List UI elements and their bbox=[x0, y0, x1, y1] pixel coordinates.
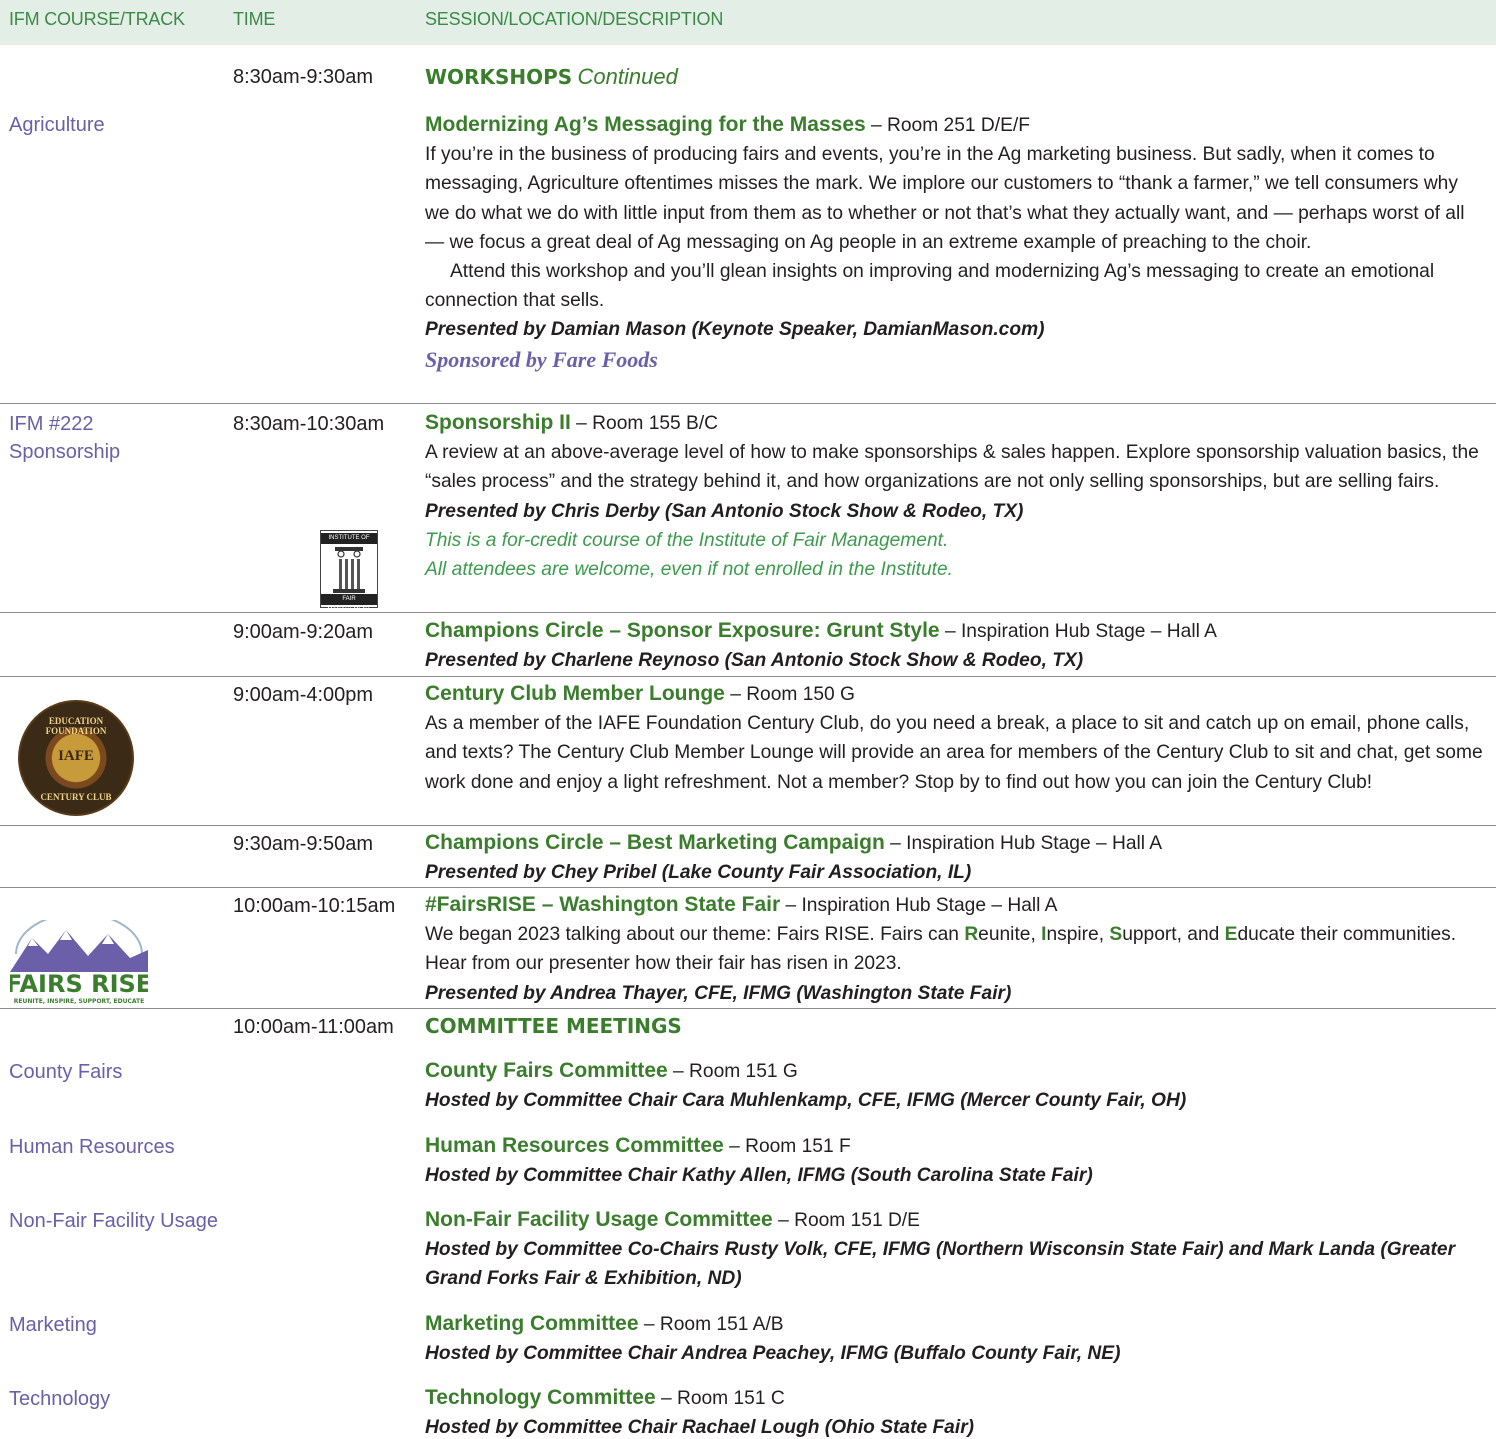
committees-heading: COMMITTEE MEETINGS bbox=[425, 1014, 682, 1038]
committee-county-fairs: County Fairs Committee – Room 151 G Host… bbox=[425, 1056, 1485, 1115]
session-description: We began 2023 talking about our theme: F… bbox=[425, 924, 1457, 975]
divider bbox=[0, 887, 1496, 888]
session-title: Technology Committee bbox=[425, 1386, 656, 1409]
track-marketing: Marketing bbox=[9, 1314, 97, 1336]
credit-note-2: All attendees are welcome, even if not e… bbox=[425, 559, 953, 581]
workshops-time: 8:30am-9:30am bbox=[233, 66, 374, 88]
track-ifm-222: IFM #222 bbox=[9, 413, 94, 435]
marketing-campaign-time: 9:30am-9:50am bbox=[233, 833, 374, 855]
host: Hosted by Committee Chair Andrea Peachey… bbox=[425, 1343, 1121, 1365]
track-technology: Technology bbox=[9, 1388, 111, 1410]
session-title: #FairsRISE – Washington State Fair bbox=[425, 893, 781, 916]
svg-text:REUNITE, INSPIRE, SUPPORT, EDU: REUNITE, INSPIRE, SUPPORT, EDUCATE bbox=[14, 998, 144, 1005]
divider bbox=[0, 612, 1496, 613]
presenter: Presented by Chey Pribel (Lake County Fa… bbox=[425, 862, 972, 884]
divider bbox=[0, 676, 1496, 677]
session-location: – Inspiration Hub Stage – Hall A bbox=[884, 833, 1163, 854]
session-best-marketing: Champions Circle – Best Marketing Campai… bbox=[425, 828, 1485, 887]
session-location: – Room 150 G bbox=[724, 684, 855, 705]
workshops-heading: WORKSHOPS Continued bbox=[425, 64, 678, 89]
host: Hosted by Committee Chair Rachael Lough … bbox=[425, 1417, 975, 1439]
session-title: Champions Circle – Best Marketing Campai… bbox=[425, 831, 885, 854]
session-title: County Fairs Committee bbox=[425, 1059, 668, 1082]
committee-non-fair-facility: Non-Fair Facility Usage Committee – Room… bbox=[425, 1205, 1485, 1294]
committee-marketing: Marketing Committee – Room 151 A/B Hoste… bbox=[425, 1309, 1485, 1368]
track-agriculture: Agriculture bbox=[9, 114, 105, 136]
presenter: Presented by Charlene Reynoso (San Anton… bbox=[425, 650, 1084, 672]
divider bbox=[0, 1008, 1496, 1009]
session-title: Marketing Committee bbox=[425, 1312, 639, 1335]
session-fairsrise: #FairsRISE – Washington State Fair – Ins… bbox=[425, 890, 1485, 1008]
mountain-icon: FAIRS RISE REUNITE, INSPIRE, SUPPORT, ED… bbox=[6, 912, 152, 1005]
session-title: Century Club Member Lounge bbox=[425, 682, 725, 705]
track-human-resources: Human Resources bbox=[9, 1136, 175, 1158]
session-title: Modernizing Ag’s Messaging for the Masse… bbox=[425, 113, 866, 136]
session-century-club: Century Club Member Lounge – Room 150 G … bbox=[425, 679, 1485, 797]
credit-note: This is a for-credit course of the Insti… bbox=[425, 529, 949, 551]
session-description: As a member of the IAFE Foundation Centu… bbox=[425, 713, 1483, 793]
divider bbox=[0, 403, 1496, 404]
presenter: Presented by Andrea Thayer, CFE, IFMG (W… bbox=[425, 982, 1012, 1004]
session-description: A review at an above-average level of ho… bbox=[425, 442, 1479, 493]
grunt-time: 9:00am-9:20am bbox=[233, 621, 374, 643]
sponsorship-time: 8:30am-10:30am bbox=[233, 413, 385, 435]
session-ag-messaging: Modernizing Ag’s Messaging for the Masse… bbox=[425, 110, 1485, 374]
century-time: 9:00am-4:00pm bbox=[233, 684, 374, 706]
session-location: – Inspiration Hub Stage – Hall A bbox=[780, 895, 1058, 916]
header-session: SESSION/LOCATION/DESCRIPTION bbox=[425, 9, 724, 29]
host: Hosted by Committee Chair Kathy Allen, I… bbox=[425, 1165, 1093, 1187]
committee-human-resources: Human Resources Committee – Room 151 F H… bbox=[425, 1131, 1485, 1190]
session-location: – Room 151 F bbox=[723, 1136, 851, 1157]
presenter: Presented by Chris Derby (San Antonio St… bbox=[425, 500, 1024, 522]
session-location: – Room 151 D/E bbox=[772, 1210, 920, 1231]
header-track: IFM COURSE/TRACK bbox=[9, 9, 185, 29]
sponsor: Sponsored by Fare Foods bbox=[425, 346, 658, 372]
presenter: Presented by Damian Mason (Keynote Speak… bbox=[425, 319, 1045, 341]
session-grunt-style: Champions Circle – Sponsor Exposure: Gru… bbox=[425, 616, 1485, 675]
host: Hosted by Committee Co-Chairs Rusty Volk… bbox=[425, 1239, 1456, 1290]
fairs-rise-logo: FAIRS RISE REUNITE, INSPIRE, SUPPORT, ED… bbox=[6, 912, 152, 1006]
committee-technology: Technology Committee – Room 151 C Hosted… bbox=[425, 1383, 1485, 1439]
session-description: If you’re in the business of producing f… bbox=[425, 144, 1465, 253]
session-location: – Room 251 D/E/F bbox=[865, 115, 1030, 136]
session-title: Sponsorship II bbox=[425, 411, 571, 434]
host: Hosted by Committee Chair Cara Muhlenkam… bbox=[425, 1090, 1187, 1112]
session-sponsorship: Sponsorship II – Room 155 B/C A review a… bbox=[425, 408, 1485, 584]
track-non-fair-facility: Non-Fair Facility Usage bbox=[9, 1210, 218, 1232]
ifm-logo: INSTITUTE OF FAIR MANAGEMENT bbox=[320, 530, 378, 613]
track-sponsorship: Sponsorship bbox=[9, 441, 121, 463]
table-header: IFM COURSE/TRACK TIME SESSION/LOCATION/D… bbox=[0, 0, 1496, 45]
century-club-logo: EDUCATION FOUNDATION IAFE CENTURY CLUB bbox=[18, 700, 134, 816]
divider bbox=[0, 825, 1496, 826]
session-location: – Room 151 C bbox=[655, 1388, 785, 1409]
committees-time: 10:00am-11:00am bbox=[233, 1016, 394, 1038]
column-icon bbox=[333, 547, 365, 593]
header-time: TIME bbox=[233, 9, 276, 29]
session-location: – Room 155 B/C bbox=[570, 413, 719, 434]
session-location: – Inspiration Hub Stage – Hall A bbox=[939, 621, 1217, 642]
session-title: Champions Circle – Sponsor Exposure: Gru… bbox=[425, 619, 940, 642]
session-location: – Room 151 A/B bbox=[638, 1314, 784, 1335]
track-county-fairs: County Fairs bbox=[9, 1061, 123, 1083]
session-description-2: Attend this workshop and you’ll glean in… bbox=[425, 261, 1435, 312]
fairsrise-time: 10:00am-10:15am bbox=[233, 895, 396, 917]
session-location: – Room 151 G bbox=[667, 1061, 798, 1082]
session-title: Human Resources Committee bbox=[425, 1134, 724, 1157]
session-title: Non-Fair Facility Usage Committee bbox=[425, 1208, 773, 1231]
svg-text:FAIRS RISE: FAIRS RISE bbox=[10, 970, 148, 998]
